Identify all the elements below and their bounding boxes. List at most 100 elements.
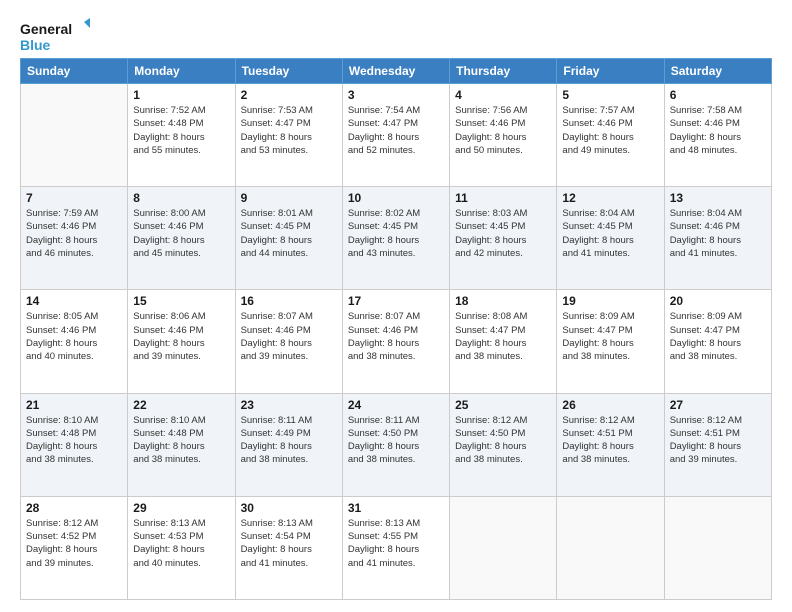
day-number: 15 [133,294,229,308]
calendar-cell: 25 Sunrise: 8:12 AMSunset: 4:50 PMDayligh… [450,393,557,496]
calendar-cell: 4 Sunrise: 7:56 AMSunset: 4:46 PMDaylight… [450,84,557,187]
day-info: Sunrise: 7:56 AMSunset: 4:46 PMDaylight:… [455,104,551,157]
day-number: 8 [133,191,229,205]
day-info: Sunrise: 8:00 AMSunset: 4:46 PMDaylight:… [133,207,229,260]
calendar-cell: 24 Sunrise: 8:11 AMSunset: 4:50 PMDayligh… [342,393,449,496]
day-info: Sunrise: 8:12 AMSunset: 4:51 PMDaylight:… [562,414,658,467]
day-info: Sunrise: 8:12 AMSunset: 4:52 PMDaylight:… [26,517,122,570]
calendar-week-row: 21 Sunrise: 8:10 AMSunset: 4:48 PMDayligh… [21,393,772,496]
day-number: 6 [670,88,766,102]
calendar-cell [664,496,771,599]
day-info: Sunrise: 7:53 AMSunset: 4:47 PMDaylight:… [241,104,337,157]
header: General Blue [20,18,772,54]
day-info: Sunrise: 8:04 AMSunset: 4:46 PMDaylight:… [670,207,766,260]
day-info: Sunrise: 8:04 AMSunset: 4:45 PMDaylight:… [562,207,658,260]
day-info: Sunrise: 8:09 AMSunset: 4:47 PMDaylight:… [670,310,766,363]
day-info: Sunrise: 7:52 AMSunset: 4:48 PMDaylight:… [133,104,229,157]
calendar-cell: 21 Sunrise: 8:10 AMSunset: 4:48 PMDayligh… [21,393,128,496]
day-number: 5 [562,88,658,102]
day-number: 22 [133,398,229,412]
day-number: 17 [348,294,444,308]
weekday-header-saturday: Saturday [664,59,771,84]
day-info: Sunrise: 8:07 AMSunset: 4:46 PMDaylight:… [348,310,444,363]
day-info: Sunrise: 8:06 AMSunset: 4:46 PMDaylight:… [133,310,229,363]
calendar-cell: 18 Sunrise: 8:08 AMSunset: 4:47 PMDayligh… [450,290,557,393]
day-number: 25 [455,398,551,412]
calendar-cell: 17 Sunrise: 8:07 AMSunset: 4:46 PMDayligh… [342,290,449,393]
calendar-cell: 7 Sunrise: 7:59 AMSunset: 4:46 PMDaylight… [21,187,128,290]
weekday-header-tuesday: Tuesday [235,59,342,84]
day-number: 30 [241,501,337,515]
calendar-cell: 23 Sunrise: 8:11 AMSunset: 4:49 PMDayligh… [235,393,342,496]
day-info: Sunrise: 8:02 AMSunset: 4:45 PMDaylight:… [348,207,444,260]
svg-text:General: General [20,21,72,37]
calendar-cell: 30 Sunrise: 8:13 AMSunset: 4:54 PMDayligh… [235,496,342,599]
day-info: Sunrise: 8:11 AMSunset: 4:49 PMDaylight:… [241,414,337,467]
day-info: Sunrise: 8:09 AMSunset: 4:47 PMDaylight:… [562,310,658,363]
day-info: Sunrise: 8:13 AMSunset: 4:54 PMDaylight:… [241,517,337,570]
day-info: Sunrise: 7:58 AMSunset: 4:46 PMDaylight:… [670,104,766,157]
calendar-cell: 5 Sunrise: 7:57 AMSunset: 4:46 PMDaylight… [557,84,664,187]
day-info: Sunrise: 8:12 AMSunset: 4:50 PMDaylight:… [455,414,551,467]
day-info: Sunrise: 7:57 AMSunset: 4:46 PMDaylight:… [562,104,658,157]
calendar-cell: 2Sunrise: 7:53 AMSunset: 4:47 PMDaylight… [235,84,342,187]
day-number: 26 [562,398,658,412]
day-number: 29 [133,501,229,515]
calendar-cell: 29 Sunrise: 8:13 AMSunset: 4:53 PMDayligh… [128,496,235,599]
day-info: Sunrise: 8:10 AMSunset: 4:48 PMDaylight:… [133,414,229,467]
day-number: 7 [26,191,122,205]
calendar-cell [21,84,128,187]
day-number: 13 [670,191,766,205]
day-number: 24 [348,398,444,412]
day-number: 16 [241,294,337,308]
calendar-cell: 15 Sunrise: 8:06 AMSunset: 4:46 PMDayligh… [128,290,235,393]
calendar-week-row: 28 Sunrise: 8:12 AMSunset: 4:52 PMDayligh… [21,496,772,599]
day-number: 18 [455,294,551,308]
day-info: Sunrise: 8:03 AMSunset: 4:45 PMDaylight:… [455,207,551,260]
logo: General Blue [20,18,90,54]
calendar-header-row: SundayMondayTuesdayWednesdayThursdayFrid… [21,59,772,84]
day-info: Sunrise: 7:54 AMSunset: 4:47 PMDaylight:… [348,104,444,157]
calendar-cell: 1 Sunrise: 7:52 AMSunset: 4:48 PMDaylight… [128,84,235,187]
weekday-header-monday: Monday [128,59,235,84]
day-number: 21 [26,398,122,412]
calendar-cell: 13 Sunrise: 8:04 AMSunset: 4:46 PMDayligh… [664,187,771,290]
day-number: 19 [562,294,658,308]
weekday-header-wednesday: Wednesday [342,59,449,84]
calendar-cell: 26 Sunrise: 8:12 AMSunset: 4:51 PMDayligh… [557,393,664,496]
calendar-cell [557,496,664,599]
day-info: Sunrise: 8:08 AMSunset: 4:47 PMDaylight:… [455,310,551,363]
day-info: Sunrise: 8:10 AMSunset: 4:48 PMDaylight:… [26,414,122,467]
calendar-week-row: 7 Sunrise: 7:59 AMSunset: 4:46 PMDaylight… [21,187,772,290]
day-info: Sunrise: 8:01 AMSunset: 4:45 PMDaylight:… [241,207,337,260]
day-number: 31 [348,501,444,515]
day-number: 9 [241,191,337,205]
calendar-cell: 31Sunrise: 8:13 AMSunset: 4:55 PMDayligh… [342,496,449,599]
day-number: 14 [26,294,122,308]
weekday-header-sunday: Sunday [21,59,128,84]
calendar-week-row: 14Sunrise: 8:05 AMSunset: 4:46 PMDayligh… [21,290,772,393]
day-info: Sunrise: 8:13 AMSunset: 4:53 PMDaylight:… [133,517,229,570]
page: General Blue SundayMondayTuesdayWednesda… [0,0,792,612]
calendar-cell: 19 Sunrise: 8:09 AMSunset: 4:47 PMDayligh… [557,290,664,393]
logo-svg: General Blue [20,18,90,54]
calendar-cell [450,496,557,599]
day-number: 27 [670,398,766,412]
calendar-cell: 3Sunrise: 7:54 AMSunset: 4:47 PMDaylight… [342,84,449,187]
day-number: 1 [133,88,229,102]
day-number: 12 [562,191,658,205]
day-info: Sunrise: 8:12 AMSunset: 4:51 PMDaylight:… [670,414,766,467]
calendar-table: SundayMondayTuesdayWednesdayThursdayFrid… [20,58,772,600]
day-number: 20 [670,294,766,308]
day-number: 23 [241,398,337,412]
calendar-week-row: 1 Sunrise: 7:52 AMSunset: 4:48 PMDaylight… [21,84,772,187]
weekday-header-thursday: Thursday [450,59,557,84]
day-number: 4 [455,88,551,102]
calendar-cell: 22 Sunrise: 8:10 AMSunset: 4:48 PMDayligh… [128,393,235,496]
day-number: 28 [26,501,122,515]
day-info: Sunrise: 7:59 AMSunset: 4:46 PMDaylight:… [26,207,122,260]
day-info: Sunrise: 8:11 AMSunset: 4:50 PMDaylight:… [348,414,444,467]
day-number: 10 [348,191,444,205]
calendar-cell: 6 Sunrise: 7:58 AMSunset: 4:46 PMDaylight… [664,84,771,187]
weekday-header-friday: Friday [557,59,664,84]
